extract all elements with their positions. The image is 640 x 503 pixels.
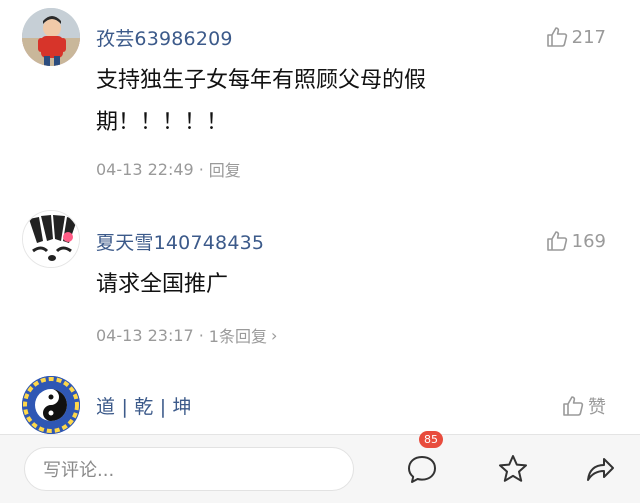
comment-bubble-icon <box>408 456 436 483</box>
like-count: 217 <box>571 26 606 48</box>
like-button[interactable]: 169 <box>545 229 606 253</box>
comment-username[interactable]: 道 | 乾 | 坤 <box>96 392 192 419</box>
avatar[interactable] <box>22 376 80 434</box>
comment-input-placeholder: 写评论... <box>43 460 115 481</box>
comment-date: 04-13 22:49 <box>96 159 194 179</box>
dot-separator: · <box>198 325 204 345</box>
rabbit-avatar-image <box>23 211 79 267</box>
like-label: 赞 <box>588 397 606 418</box>
comment-text: 请求全国推广 <box>96 272 229 297</box>
star-icon <box>499 455 527 482</box>
replies-link[interactable]: 1条回复 <box>209 323 267 347</box>
comment-footer-bar: 写评论... 85 <box>0 431 640 503</box>
thumbs-up-icon <box>546 27 567 47</box>
avatar[interactable] <box>22 210 80 268</box>
share-arrow-icon <box>587 458 614 481</box>
comments-button[interactable] <box>404 451 440 487</box>
comment-meta: 04-13 22:49 · 回复 <box>96 157 241 181</box>
reply-button[interactable]: 回复 <box>209 157 241 181</box>
dot-separator: · <box>198 159 204 179</box>
comment-text: 支持独生子女每年有照顾父母的假期！！！！！ <box>96 68 427 135</box>
chevron-right-icon: › <box>270 325 278 345</box>
yin-yang-avatar-image <box>22 376 80 434</box>
comment-username[interactable]: 夏天雪140748435 <box>96 228 264 255</box>
like-count: 169 <box>571 230 606 252</box>
comment-username[interactable]: 孜芸63986209 <box>96 24 233 51</box>
avatar[interactable] <box>22 8 80 66</box>
comment-date: 04-13 23:17 <box>96 325 194 345</box>
favorite-button[interactable] <box>495 451 531 487</box>
comment-count-badge: 85 <box>419 431 443 448</box>
like-button[interactable]: 赞 <box>561 393 606 419</box>
child-avatar-image <box>22 8 80 66</box>
thumbs-up-icon <box>563 396 584 416</box>
like-button[interactable]: 217 <box>545 25 606 49</box>
thumbs-up-icon <box>546 231 567 251</box>
comment-input[interactable]: 写评论... <box>24 447 354 491</box>
comment-meta: 04-13 23:17 · 1条回复 › <box>96 323 277 347</box>
share-button[interactable] <box>582 451 618 487</box>
